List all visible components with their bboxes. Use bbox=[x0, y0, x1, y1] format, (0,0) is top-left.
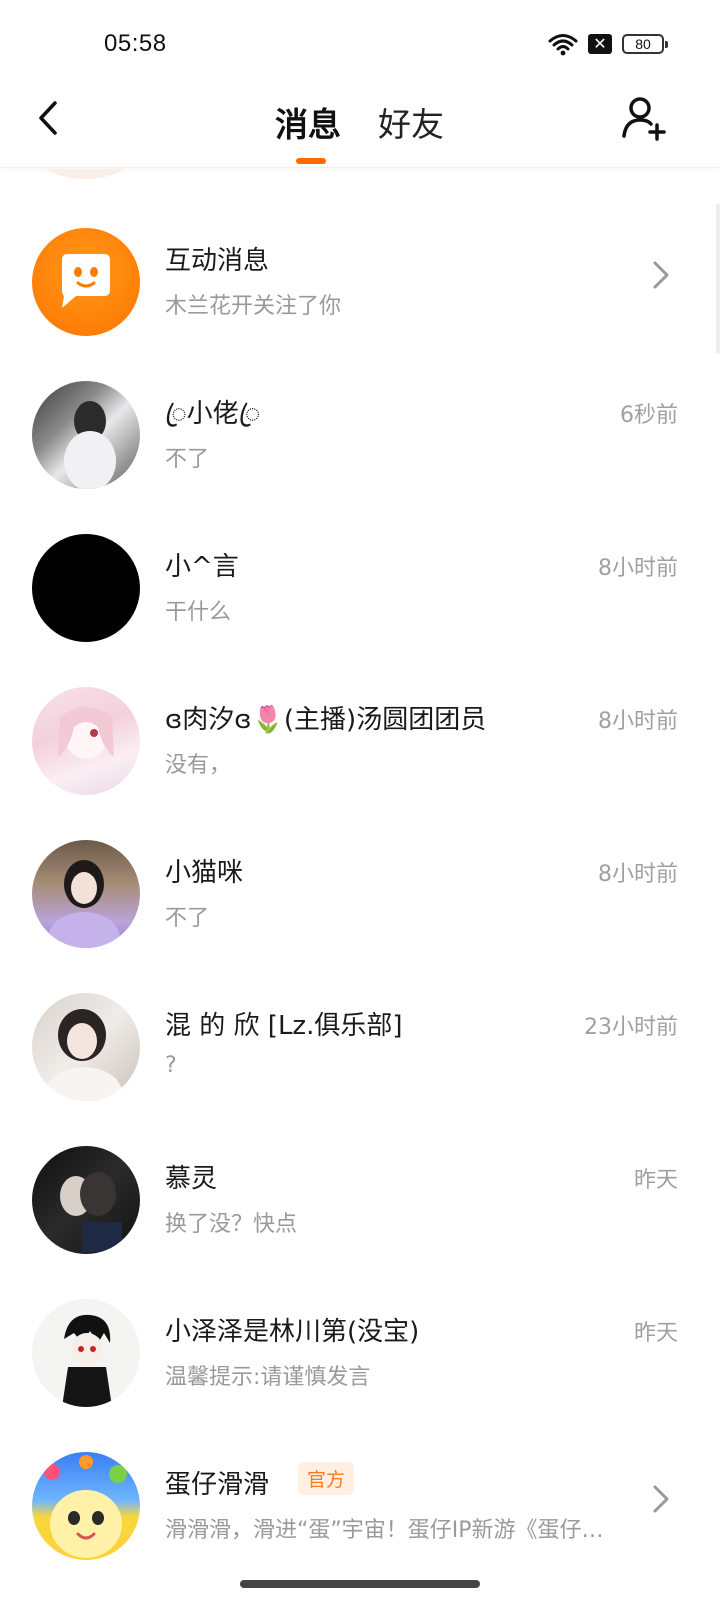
conversation-row[interactable]: 小^言 干什么 8小时前 bbox=[0, 510, 720, 660]
top-nav-bar: 消息 好友 bbox=[0, 90, 720, 168]
tab-friends[interactable]: 好友 bbox=[378, 98, 444, 146]
orange-chat-bubble-icon bbox=[32, 228, 140, 336]
conversation-row[interactable]: ɞ肉汐ɞ🌷(主播)汤圆团团员 没有， 8小时前 bbox=[0, 663, 720, 813]
avatar bbox=[32, 993, 140, 1101]
conversation-preview: 干什么 bbox=[165, 600, 232, 625]
conversation-row[interactable]: 小泽泽是林川第(没宝) 温馨提示:请谨慎发言 昨天 bbox=[0, 1275, 720, 1425]
home-indicator[interactable] bbox=[240, 1580, 480, 1588]
conversation-name: 混 的 欣 [Lz.俱乐部] bbox=[165, 1011, 403, 1041]
conversation-preview: 没有， bbox=[165, 753, 232, 778]
wifi-icon bbox=[548, 32, 578, 56]
conversation-time: 23小时前 bbox=[584, 1015, 678, 1040]
avatar bbox=[32, 1146, 140, 1254]
conversation-preview: 木兰花开关注了你 bbox=[165, 294, 342, 319]
official-badge: 官方 bbox=[298, 1462, 355, 1495]
conversation-preview: 滑滑滑，滑进“蛋”宇宙！蛋仔IP新游《蛋仔… bbox=[165, 1518, 604, 1543]
conversation-row[interactable]: ꦿ小佬ꦿ 不了 6秒前 bbox=[0, 357, 720, 507]
conversation-time: 6秒前 bbox=[620, 403, 678, 428]
conversation-preview: 温馨提示:请谨慎发言 bbox=[165, 1365, 371, 1390]
partial-avatar bbox=[40, 169, 130, 179]
no-sim-icon: ✕ bbox=[588, 34, 612, 54]
conversation-row[interactable]: 小猫咪 不了 8小时前 bbox=[0, 816, 720, 966]
scrollbar[interactable] bbox=[716, 204, 720, 354]
conversation-name: 慕灵 bbox=[165, 1164, 218, 1194]
eggy-avatar bbox=[32, 1452, 140, 1560]
conversation-name: ɞ肉汐ɞ🌷(主播)汤圆团团员 bbox=[165, 705, 487, 735]
conversation-name: 小泽泽是林川第(没宝) bbox=[165, 1317, 420, 1347]
conversation-time: 8小时前 bbox=[598, 709, 678, 734]
conversation-preview: 换了没？快点 bbox=[165, 1212, 298, 1237]
add-friend-button[interactable] bbox=[620, 94, 668, 142]
conversation-name: 蛋仔滑滑 bbox=[165, 1470, 270, 1500]
conversation-time: 8小时前 bbox=[598, 862, 678, 887]
add-friend-icon bbox=[622, 97, 666, 141]
conversation-preview: ? bbox=[165, 1053, 177, 1078]
conversation-time: 昨天 bbox=[633, 1321, 678, 1346]
tab-bar: 消息 好友 bbox=[0, 90, 720, 168]
status-icons: ✕ 80 bbox=[548, 32, 668, 56]
conversation-name: 小^言 bbox=[165, 552, 239, 582]
chevron-right-icon bbox=[653, 1485, 669, 1513]
battery-icon: 80 bbox=[622, 34, 668, 54]
conversation-list[interactable]: 互动消息 木兰花开关注了你 ꦿ小佬ꦿ 不了 6秒前 小^言 干什么 8小时前 ɞ… bbox=[0, 169, 720, 1570]
active-tab-indicator bbox=[296, 158, 326, 164]
tab-messages[interactable]: 消息 bbox=[275, 98, 341, 146]
conversation-row[interactable]: 混 的 欣 [Lz.俱乐部] ? 23小时前 bbox=[0, 969, 720, 1119]
conversation-name: 互动消息 bbox=[165, 246, 270, 276]
avatar bbox=[32, 534, 140, 642]
conversation-row-interactions[interactable]: 互动消息 木兰花开关注了你 bbox=[0, 204, 720, 354]
conversation-row-official[interactable]: 蛋仔滑滑 官方 滑滑滑，滑进“蛋”宇宙！蛋仔IP新游《蛋仔… bbox=[0, 1428, 720, 1570]
avatar bbox=[32, 1299, 140, 1407]
conversation-row[interactable]: 慕灵 换了没？快点 昨天 bbox=[0, 1122, 720, 1272]
conversation-preview: 不了 bbox=[165, 447, 210, 472]
conversation-name: ꦿ小佬ꦿ bbox=[165, 399, 261, 429]
conversation-name: 小猫咪 bbox=[165, 858, 244, 888]
status-bar: 05:58 ✕ 80 bbox=[0, 0, 720, 90]
avatar bbox=[32, 687, 140, 795]
avatar bbox=[32, 381, 140, 489]
status-time: 05:58 bbox=[104, 30, 167, 57]
chevron-right-icon bbox=[653, 261, 669, 289]
conversation-time: 昨天 bbox=[633, 1168, 678, 1193]
conversation-preview: 不了 bbox=[165, 906, 210, 931]
conversation-time: 8小时前 bbox=[598, 556, 678, 581]
avatar bbox=[32, 840, 140, 948]
